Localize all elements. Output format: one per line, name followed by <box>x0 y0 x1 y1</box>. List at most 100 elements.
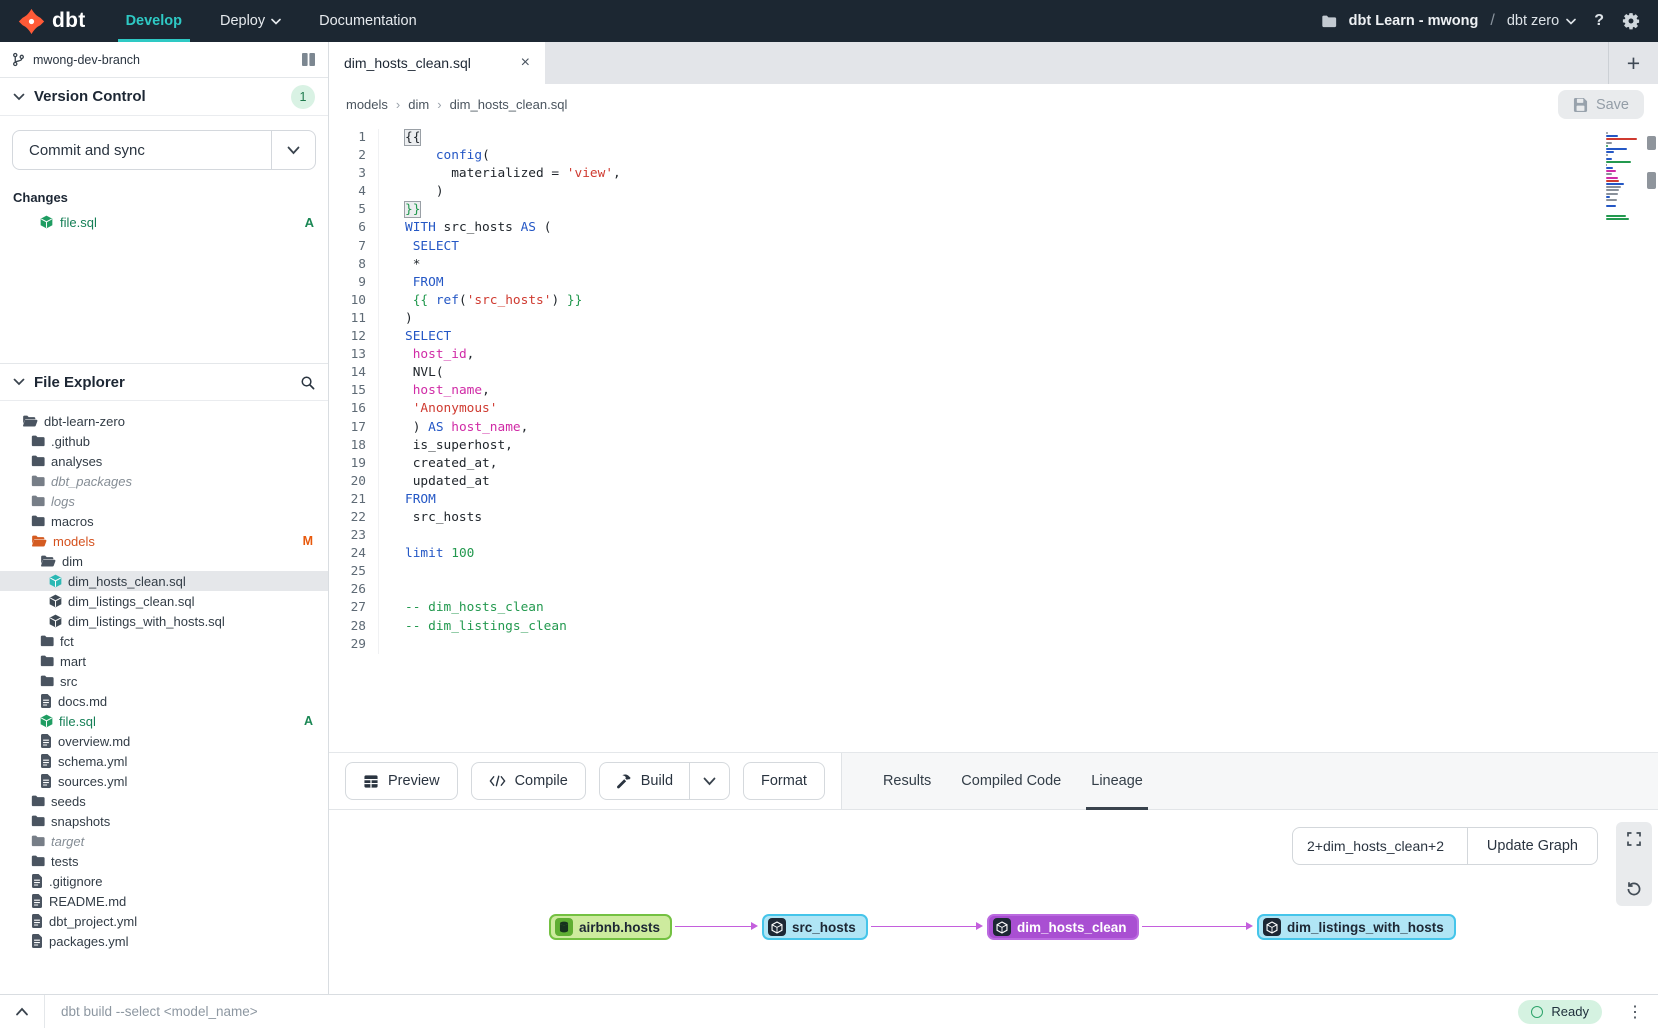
tree-item-dim_hosts_clean.sql[interactable]: dim_hosts_clean.sql <box>0 571 328 591</box>
code-line[interactable]: 29 <box>329 636 1658 654</box>
split-panel-icon[interactable] <box>301 53 316 66</box>
compile-button[interactable]: Compile <box>471 762 586 800</box>
lineage-node-src_hosts[interactable]: src_hosts <box>762 914 868 940</box>
tab-results[interactable]: Results <box>868 753 946 809</box>
folder-icon <box>31 495 45 507</box>
help-icon[interactable]: ? <box>1588 12 1610 30</box>
tree-item-tests[interactable]: tests <box>0 851 328 871</box>
code-line[interactable]: 8 * <box>329 256 1658 274</box>
minimap-line <box>1606 161 1631 163</box>
code-line[interactable]: 15 host_name, <box>329 382 1658 400</box>
project-selector[interactable]: dbt zero <box>1507 13 1576 29</box>
code-line[interactable]: 21FROM <box>329 491 1658 509</box>
nav-item-deploy[interactable]: Deploy <box>220 0 281 42</box>
tree-item-README.md[interactable]: README.md <box>0 891 328 911</box>
code-line[interactable]: 1{{ <box>329 129 1658 147</box>
code-line[interactable]: 25 <box>329 563 1658 581</box>
minimap[interactable] <box>1606 132 1638 223</box>
tree-item-dim_listings_clean.sql[interactable]: dim_listings_clean.sql <box>0 591 328 611</box>
lineage-node-dim_hosts_clean[interactable]: dim_hosts_clean <box>987 914 1139 940</box>
code-line[interactable]: 19 created_at, <box>329 455 1658 473</box>
tree-item-schema.yml[interactable]: schema.yml <box>0 751 328 771</box>
code-line[interactable]: 16 'Anonymous' <box>329 400 1658 418</box>
code-line[interactable]: 2 config( <box>329 147 1658 165</box>
tree-item-models[interactable]: modelsM <box>0 531 328 551</box>
code-line[interactable]: 23 <box>329 527 1658 545</box>
format-button[interactable]: Format <box>743 762 825 800</box>
tree-item-.github[interactable]: .github <box>0 431 328 451</box>
command-input[interactable] <box>45 995 1518 1028</box>
tree-item-dbt_project.yml[interactable]: dbt_project.yml <box>0 911 328 931</box>
nav-item-documentation[interactable]: Documentation <box>319 0 417 42</box>
changed-file-file.sql[interactable]: file.sqlA <box>0 211 328 233</box>
build-options-caret[interactable] <box>689 763 729 799</box>
code-line[interactable]: 27-- dim_hosts_clean <box>329 599 1658 617</box>
save-button[interactable]: Save <box>1558 90 1644 119</box>
tree-item-dim[interactable]: dim <box>0 551 328 571</box>
code-line[interactable]: 7 SELECT <box>329 238 1658 256</box>
code-editor[interactable]: 1{{2 config(3 materialized = 'view',4 )5… <box>329 124 1658 752</box>
code-line[interactable]: 26 <box>329 581 1658 599</box>
lineage-node-airbnb.hosts[interactable]: airbnb.hosts <box>549 914 672 940</box>
tree-item-docs.md[interactable]: docs.md <box>0 691 328 711</box>
tree-item-seeds[interactable]: seeds <box>0 791 328 811</box>
tree-item-mart[interactable]: mart <box>0 651 328 671</box>
folder-icon <box>31 815 45 827</box>
search-icon[interactable] <box>300 375 315 390</box>
tree-item-dbt_packages[interactable]: dbt_packages <box>0 471 328 491</box>
tree-item-snapshots[interactable]: snapshots <box>0 811 328 831</box>
commit-options-caret[interactable] <box>271 131 315 169</box>
tree-item-dbt-learn-zero[interactable]: dbt-learn-zero <box>0 411 328 431</box>
tree-item-src[interactable]: src <box>0 671 328 691</box>
tab-compiled-code[interactable]: Compiled Code <box>946 753 1076 809</box>
tree-item-label: src <box>60 674 77 689</box>
scrollbar-thumb[interactable] <box>1647 172 1656 189</box>
tree-item-macros[interactable]: macros <box>0 511 328 531</box>
code-line[interactable]: 24limit 100 <box>329 545 1658 563</box>
code-line[interactable]: 13 host_id, <box>329 346 1658 364</box>
preview-button[interactable]: Preview <box>345 762 458 800</box>
code-line[interactable]: 17 ) AS host_name, <box>329 419 1658 437</box>
build-button[interactable]: Build <box>600 763 689 799</box>
code-line[interactable]: 28-- dim_listings_clean <box>329 618 1658 636</box>
scrollbar-thumb[interactable] <box>1647 136 1656 150</box>
tree-item-analyses[interactable]: analyses <box>0 451 328 471</box>
code-line[interactable]: 18 is_superhost, <box>329 437 1658 455</box>
tree-item-overview.md[interactable]: overview.md <box>0 731 328 751</box>
file-explorer-header[interactable]: File Explorer <box>0 363 328 401</box>
gear-icon[interactable] <box>1622 12 1640 30</box>
code-line[interactable]: 12SELECT <box>329 328 1658 346</box>
tree-item-.gitignore[interactable]: .gitignore <box>0 871 328 891</box>
code-line[interactable]: 9 FROM <box>329 274 1658 292</box>
code-line[interactable]: 11) <box>329 310 1658 328</box>
line-content: {{ ref('src_hosts') }} <box>378 292 582 310</box>
tree-item-sources.yml[interactable]: sources.yml <box>0 771 328 791</box>
tree-item-packages.yml[interactable]: packages.yml <box>0 931 328 951</box>
kebab-menu-icon[interactable]: ⋮ <box>1612 1002 1658 1022</box>
commit-and-sync-button[interactable]: Commit and sync <box>12 130 316 170</box>
account-name[interactable]: dbt Learn - mwong <box>1349 13 1479 29</box>
tab-lineage[interactable]: Lineage <box>1076 753 1158 809</box>
code-line[interactable]: 4 ) <box>329 183 1658 201</box>
code-line[interactable]: 3 materialized = 'view', <box>329 165 1658 183</box>
tree-item-target[interactable]: target <box>0 831 328 851</box>
nav-item-develop[interactable]: Develop <box>126 0 182 42</box>
close-icon[interactable]: × <box>521 54 530 72</box>
code-line[interactable]: 20 updated_at <box>329 473 1658 491</box>
tree-item-fct[interactable]: fct <box>0 631 328 651</box>
chevron-up-icon[interactable] <box>0 995 44 1028</box>
code-line[interactable]: 14 NVL( <box>329 364 1658 382</box>
tree-item-dim_listings_with_hosts.sql[interactable]: dim_listings_with_hosts.sql <box>0 611 328 631</box>
tree-item-file.sql[interactable]: file.sqlA <box>0 711 328 731</box>
code-line[interactable]: 5}} <box>329 201 1658 219</box>
dbt-logo[interactable]: dbt <box>18 8 86 35</box>
lineage-node-dim_listings_with_hosts[interactable]: dim_listings_with_hosts <box>1257 914 1456 940</box>
code-line[interactable]: 10 {{ ref('src_hosts') }} <box>329 292 1658 310</box>
tree-item-logs[interactable]: logs <box>0 491 328 511</box>
code-line[interactable]: 6WITH src_hosts AS ( <box>329 219 1658 237</box>
new-tab-button[interactable]: + <box>1608 42 1658 84</box>
top-nav: dbt Develop Deploy Documentation dbt Learn… <box>0 0 1658 42</box>
code-line[interactable]: 22 src_hosts <box>329 509 1658 527</box>
editor-tab[interactable]: dim_hosts_clean.sql × <box>329 42 545 84</box>
version-control-header[interactable]: Version Control 1 <box>0 78 328 116</box>
